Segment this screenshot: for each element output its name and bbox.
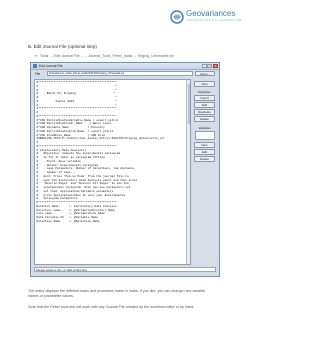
logo-tagline: GEOSTATISTICAL EXPERTISE [187, 18, 242, 22]
vertical-scrollbar[interactable] [186, 80, 190, 264]
file-label: File [35, 72, 41, 76]
dialog-titlebar[interactable]: Edit Journal File _ □ ✕ [31, 63, 219, 70]
breadcrumb-item: Kriging_Universelle.jnl [137, 54, 174, 58]
variables-delete-button[interactable]: Delete [194, 156, 215, 162]
breadcrumb-item: Edit Journal File... [53, 54, 83, 58]
breadcrumb: ➔ Tools → Edit Journal File... → Journal… [34, 54, 173, 58]
arrow-right-icon: ➔ [34, 54, 38, 58]
journal-text[interactable]: #***************************************… [35, 80, 190, 225]
file-row: File D:\Isatis\Jour_Isatis_Petrel_Isatis… [33, 71, 217, 77]
delete-button[interactable]: Delete [194, 116, 215, 122]
edit-button[interactable]: Edit [194, 102, 215, 108]
breadcrumb-item: Journal_Tools_Petrel_Isatis [88, 54, 133, 58]
open-button[interactable]: Open... [195, 71, 215, 76]
maximize-button[interactable]: □ [207, 64, 212, 68]
variables-new-button[interactable]: New [194, 142, 215, 148]
edit-journal-dialog: Edit Journal File _ □ ✕ File D:\Isatis\J… [30, 62, 220, 277]
close-button[interactable]: ✕ [213, 64, 218, 68]
new-line-button[interactable]: New [194, 81, 215, 87]
logo-wordmark: Geovariances [186, 9, 236, 18]
dialog-title: Edit Journal File [39, 63, 63, 68]
geovariances-swirl-icon [170, 10, 184, 24]
geovariances-logo: Geovariances GEOSTATISTICAL EXPERTISE [170, 9, 244, 25]
variables-label: Variables [198, 126, 211, 130]
replicate-button[interactable]: Replicate [194, 109, 215, 115]
selection-label: Selection: [197, 90, 212, 94]
variables-edit-button[interactable]: Edit [194, 149, 215, 155]
import-button[interactable]: Import [194, 95, 215, 101]
file-path-field[interactable]: D:\Isatis\Jour_Isatis_Petrel_Isatis\ISAT… [47, 71, 193, 76]
app-icon [33, 64, 37, 68]
variables-list[interactable] [195, 131, 215, 140]
scrollbar-thumb[interactable] [187, 84, 190, 124]
section-title: B. Edit Journal File (optional step) [28, 44, 97, 49]
description-paragraph-cont: names or parameter values. [28, 294, 74, 298]
journal-editor[interactable]: #***************************************… [34, 79, 191, 265]
note-paragraph: Note that the Petrel tools link will wor… [28, 305, 195, 309]
status-bar: Please select a line, or add a New line. [34, 267, 216, 272]
